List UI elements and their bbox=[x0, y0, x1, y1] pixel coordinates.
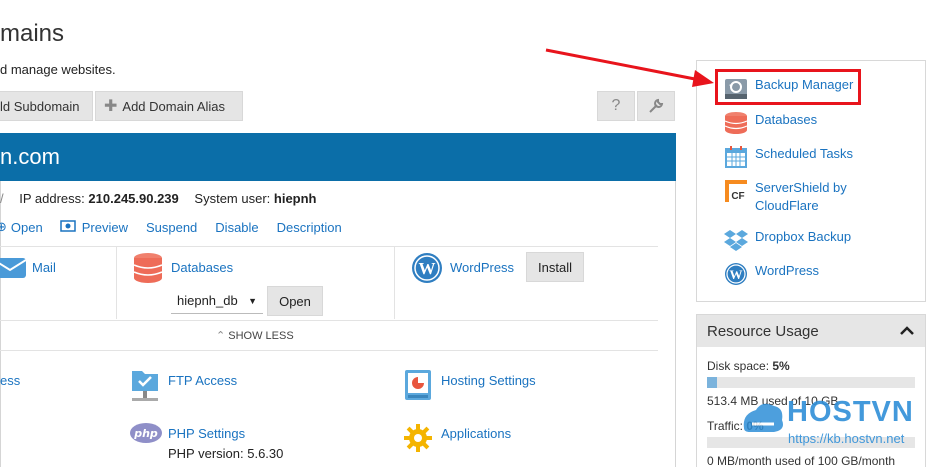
ip-value: 210.245.90.239 bbox=[88, 191, 179, 206]
domain-actions: ⊕ Open Preview Suspend Disable Descripti… bbox=[0, 219, 342, 235]
action-preview[interactable]: Preview bbox=[82, 220, 128, 235]
action-suspend[interactable]: Suspend bbox=[146, 220, 197, 235]
access-link[interactable]: ess bbox=[0, 373, 20, 388]
sidebar-item-databases[interactable]: Databases bbox=[724, 111, 885, 135]
db-open-button[interactable]: Open bbox=[267, 286, 323, 316]
watermark-logo bbox=[740, 400, 786, 445]
domain-header: n.com bbox=[0, 133, 676, 181]
add-domain-alias-label: Add Domain Alias bbox=[122, 98, 226, 114]
sidebar-item-dropbox-backup[interactable]: Dropbox Backup bbox=[724, 228, 885, 252]
svg-text:CF: CF bbox=[731, 191, 744, 202]
divider bbox=[394, 247, 395, 319]
disk-space-fill bbox=[707, 377, 718, 388]
question-icon: ? bbox=[611, 97, 621, 114]
database-select[interactable]: hiepnh_db ▼ bbox=[171, 288, 263, 314]
add-domain-alias-button[interactable]: ✚ Add Domain Alias bbox=[95, 91, 243, 121]
database-icon bbox=[133, 252, 163, 289]
resource-title: Resource Usage bbox=[707, 322, 819, 340]
install-label: Install bbox=[538, 259, 572, 275]
traffic-detail: 0 MB/month used of 100 GB/month bbox=[707, 454, 896, 467]
dropbox-icon bbox=[724, 230, 748, 251]
sidebar-item-label: Scheduled Tasks bbox=[755, 146, 854, 161]
action-description[interactable]: Description bbox=[277, 220, 342, 235]
action-disable[interactable]: Disable bbox=[215, 220, 258, 235]
php-settings-link[interactable]: PHP Settings bbox=[168, 426, 245, 441]
ftp-icon bbox=[130, 367, 160, 408]
divider bbox=[0, 246, 658, 247]
page-title: mains bbox=[0, 20, 65, 47]
divider bbox=[0, 320, 658, 321]
help-button[interactable]: ? bbox=[597, 91, 635, 121]
sidebar-item-servershield[interactable]: CF ServerShield by CloudFlare bbox=[724, 179, 885, 215]
settings-button[interactable] bbox=[637, 91, 675, 121]
domain-info: / IP address: 210.245.90.239 System user… bbox=[0, 191, 317, 206]
resource-header[interactable]: Resource Usage bbox=[697, 315, 925, 347]
mail-icon bbox=[0, 254, 27, 285]
divider bbox=[116, 247, 117, 319]
mail-link[interactable]: Mail bbox=[32, 260, 56, 275]
hosting-settings-link[interactable]: Hosting Settings bbox=[441, 373, 536, 388]
show-less-toggle[interactable]: ⌃ SHOW LESS bbox=[216, 329, 294, 342]
wordpress-link[interactable]: WordPress bbox=[450, 260, 514, 275]
action-open[interactable]: Open bbox=[11, 220, 43, 235]
divider bbox=[0, 350, 658, 351]
db-open-label: Open bbox=[279, 293, 311, 309]
chevron-up-icon: ⌃ bbox=[216, 330, 226, 342]
sidebar-item-wordpress[interactable]: W WordPress bbox=[724, 262, 885, 286]
applications-icon bbox=[403, 423, 433, 458]
chevron-up-icon[interactable] bbox=[899, 326, 915, 336]
sidebar-item-scheduled-tasks[interactable]: Scheduled Tasks bbox=[724, 145, 885, 169]
chevron-down-icon: ▼ bbox=[248, 295, 257, 306]
ftp-access-link[interactable]: FTP Access bbox=[168, 373, 237, 388]
highlight-box bbox=[715, 69, 861, 105]
database-select-value: hiepnh_db bbox=[177, 293, 238, 308]
page-subtitle: d manage websites. bbox=[0, 62, 116, 77]
disk-space-label: Disk space: 5% bbox=[707, 359, 790, 373]
wrench-icon bbox=[649, 98, 664, 113]
domain-name[interactable]: n.com bbox=[0, 144, 60, 170]
system-user-value: hiepnh bbox=[273, 191, 317, 206]
preview-icon bbox=[59, 219, 76, 235]
domain-card bbox=[0, 133, 676, 467]
hosting-settings-icon bbox=[403, 367, 433, 408]
svg-text:W: W bbox=[730, 267, 743, 282]
hostvn-logo-icon bbox=[743, 403, 783, 432]
system-user-label: System user: bbox=[194, 191, 271, 206]
calendar-icon bbox=[725, 146, 747, 168]
install-button[interactable]: Install bbox=[526, 252, 584, 282]
ip-label: IP address: bbox=[19, 191, 85, 206]
open-icon: ⊕ bbox=[0, 219, 7, 234]
plus-icon: ✚ bbox=[104, 98, 118, 115]
databases-link[interactable]: Databases bbox=[171, 260, 233, 275]
annotation-arrow bbox=[545, 48, 714, 87]
database-icon bbox=[724, 112, 748, 134]
svg-text:php: php bbox=[133, 427, 158, 440]
sidebar-item-label: ServerShield by CloudFlare bbox=[755, 180, 847, 213]
php-version: PHP version: 5.6.30 bbox=[168, 446, 284, 461]
applications-link[interactable]: Applications bbox=[441, 426, 511, 441]
show-less-label: SHOW LESS bbox=[228, 330, 294, 342]
cloudflare-icon: CF bbox=[725, 180, 747, 202]
sidebar-item-label: WordPress bbox=[755, 263, 820, 278]
add-subdomain-label: ld Subdomain bbox=[0, 98, 80, 114]
wordpress-icon: W bbox=[411, 252, 443, 289]
sidebar-item-label: Dropbox Backup bbox=[755, 229, 852, 244]
php-icon: php bbox=[129, 422, 163, 449]
add-subdomain-button[interactable]: ld Subdomain bbox=[0, 91, 93, 121]
wordpress-icon: W bbox=[725, 263, 747, 285]
disk-space-bar bbox=[707, 377, 915, 388]
watermark-brand: HOSTVN bbox=[787, 396, 914, 428]
watermark-url: https://kb.hostvn.net bbox=[788, 431, 905, 446]
sidebar-item-label: Databases bbox=[755, 112, 818, 127]
svg-text:W: W bbox=[419, 259, 436, 278]
